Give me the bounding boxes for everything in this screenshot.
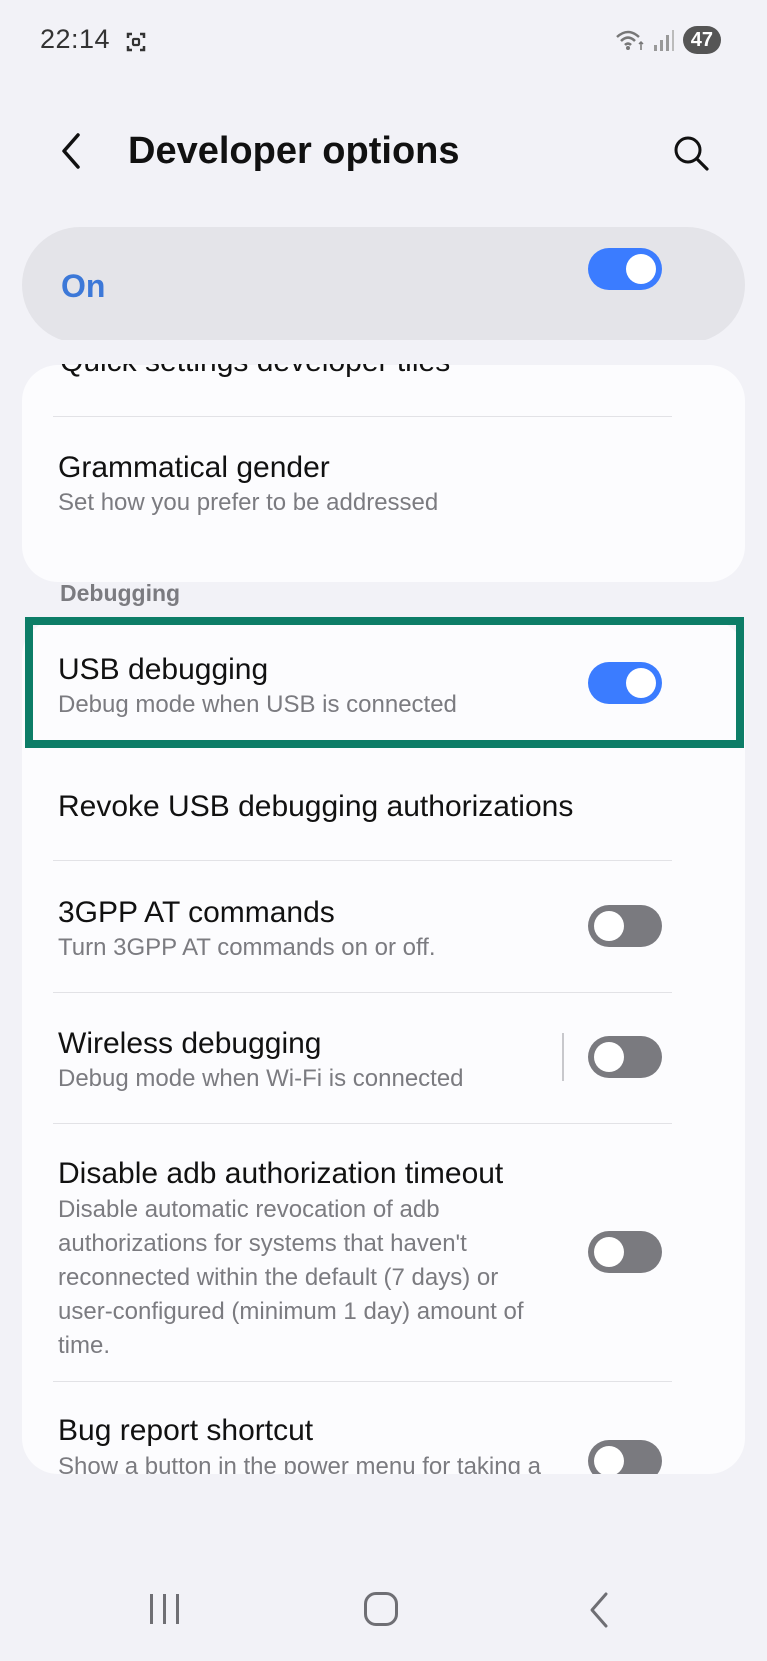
- bug-report-shortcut-item[interactable]: Bug report shortcut Show a button in the…: [22, 1383, 745, 1474]
- bug-report-shortcut-toggle[interactable]: [588, 1440, 662, 1474]
- screen-record-icon: [126, 32, 146, 52]
- divider: [53, 992, 672, 993]
- item-title: Revoke USB debugging authorizations: [58, 790, 574, 823]
- item-title: Grammatical gender: [58, 451, 330, 484]
- chevron-left-icon[interactable]: [52, 131, 92, 171]
- item-title: Bug report shortcut: [58, 1414, 314, 1447]
- master-toggle[interactable]: [588, 248, 662, 290]
- master-switch-label: On: [61, 268, 106, 304]
- item-subtitle: Set how you prefer to be addressed: [58, 489, 439, 516]
- wireless-debugging-item[interactable]: Wireless debugging Debug mode when Wi-Fi…: [22, 994, 562, 1122]
- signal-icon: [653, 30, 674, 51]
- status-icons: 47: [615, 26, 721, 54]
- wireless-debugging-toggle[interactable]: [588, 1036, 662, 1078]
- vertical-divider: [562, 1033, 564, 1081]
- wifi-icon: [615, 30, 644, 50]
- quick-settings-tiles-cut: Quick settings developer tiles: [60, 364, 680, 378]
- divider: [53, 416, 672, 417]
- divider: [53, 1381, 672, 1382]
- search-icon[interactable]: [671, 133, 711, 173]
- item-subtitle: Disable automatic revocation of adb auth…: [58, 1196, 524, 1359]
- divider: [53, 1123, 672, 1124]
- item-title: Disable adb authorization timeout: [58, 1157, 504, 1190]
- home-icon[interactable]: [364, 1592, 398, 1626]
- divider: [53, 860, 672, 861]
- section-label-debugging: Debugging: [60, 580, 181, 606]
- quick-settings-tiles-cut-label: Quick settings developer tiles: [60, 364, 680, 378]
- item-subtitle: Turn 3GPP AT commands on or off.: [58, 934, 436, 961]
- back-icon[interactable]: [584, 1590, 614, 1630]
- battery-indicator: 47: [682, 26, 721, 54]
- 3gpp-at-commands-toggle[interactable]: [588, 905, 662, 947]
- disable-adb-timeout-toggle[interactable]: [588, 1231, 662, 1273]
- recents-icon[interactable]: [150, 1594, 179, 1624]
- item-subtitle: Show a button in the power menu for taki…: [58, 1453, 541, 1474]
- item-title: Wireless debugging: [58, 1027, 322, 1060]
- grammatical-gender-item[interactable]: Grammatical gender Set how you prefer to…: [22, 420, 745, 548]
- revoke-usb-authorizations-item[interactable]: Revoke USB debugging authorizations: [22, 750, 745, 858]
- page-title: Developer options: [128, 130, 460, 172]
- status-time: 22:14: [40, 24, 111, 54]
- item-title: 3GPP AT commands: [58, 896, 335, 929]
- highlight-box: [25, 617, 744, 748]
- item-subtitle: Debug mode when Wi-Fi is connected: [58, 1065, 464, 1092]
